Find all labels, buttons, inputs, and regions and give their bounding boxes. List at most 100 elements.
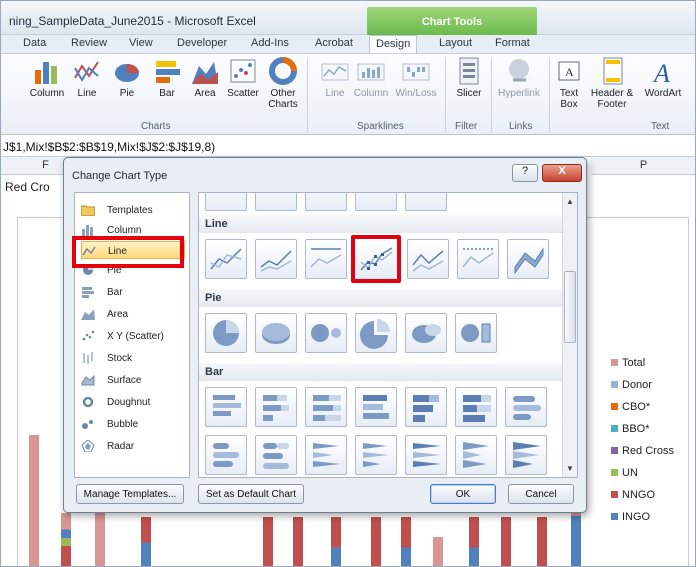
legend-label: INGO	[622, 511, 651, 523]
tab-developer[interactable]: Developer	[177, 37, 227, 49]
bar-subtype-thumb[interactable]	[205, 387, 247, 427]
column-header-p[interactable]: P	[591, 157, 695, 175]
gallery-scrollbar[interactable]: ▲ ▼	[562, 193, 577, 477]
tab-acrobat[interactable]: Acrobat	[315, 37, 353, 49]
scatter-chart-button[interactable]: Scatter	[223, 56, 263, 99]
column-header-p-label: P	[639, 159, 648, 171]
excel-window: ning_SampleData_June2015 - Microsoft Exc…	[0, 0, 696, 567]
tab-add-ins[interactable]: Add-Ins	[251, 37, 289, 49]
highlight-line-category	[72, 236, 184, 268]
category-area[interactable]: Area	[81, 305, 185, 323]
line-subtype-thumb[interactable]	[457, 239, 499, 279]
category-stock[interactable]: Stock	[81, 349, 185, 367]
percent-line-markers-icon	[462, 248, 494, 268]
manage-templates-button[interactable]: Manage Templates...	[76, 484, 184, 504]
pie-subtype-thumb[interactable]	[355, 313, 397, 353]
svg-text:A: A	[652, 59, 670, 86]
tab-design[interactable]: Design	[369, 35, 418, 54]
tab-data[interactable]: Data	[23, 37, 46, 49]
category-scatter[interactable]: X Y (Scatter)	[81, 327, 185, 345]
text-box-icon: A	[558, 61, 580, 81]
other-charts-button[interactable]: Other Charts	[263, 56, 303, 110]
line-subtype-thumb[interactable]	[407, 239, 449, 279]
text-box-button[interactable]: A Text Box	[553, 56, 585, 110]
bar-subtype-thumb[interactable]	[255, 387, 297, 427]
bar-subtype-thumb[interactable]	[405, 435, 447, 475]
bar-subtype-thumb[interactable]	[405, 387, 447, 427]
column-subtype-thumb[interactable]	[205, 193, 247, 211]
sparkline-line-icon	[321, 63, 349, 81]
truncated-button[interactable]: t	[1, 94, 9, 105]
pyramid-bar-icon	[463, 442, 489, 468]
sparkline-winloss-button[interactable]: Win/Loss	[393, 56, 439, 99]
legend-swatch	[611, 359, 618, 366]
line-subtype-thumb[interactable]	[507, 239, 549, 279]
pie-subtype-thumb[interactable]	[205, 313, 247, 353]
pie-subtype-thumb[interactable]	[255, 313, 297, 353]
category-label: Area	[107, 309, 129, 320]
bar-subtype-thumb[interactable]	[305, 387, 347, 427]
tab-review[interactable]: Review	[71, 37, 107, 49]
bar-subtype-thumb[interactable]	[305, 435, 347, 475]
scroll-down-icon[interactable]: ▼	[566, 464, 574, 473]
tab-layout[interactable]: Layout	[439, 37, 472, 49]
tab-format[interactable]: Format	[495, 37, 530, 49]
wordart-button[interactable]: A WordArt	[637, 56, 689, 99]
cell-red-cross[interactable]: Red Cro	[5, 180, 50, 194]
formula-bar[interactable]: J$1,Mix!$B$2:$B$19,Mix!$J$2:$J$19,8)	[1, 135, 695, 157]
bar-subtype-thumb[interactable]	[455, 387, 497, 427]
legend-swatch	[611, 491, 618, 498]
set-default-chart-button[interactable]: Set as Default Chart	[198, 484, 304, 504]
line-subtype-thumb[interactable]	[255, 239, 297, 279]
category-bubble[interactable]: Bubble	[81, 415, 185, 433]
close-button[interactable]: X	[542, 164, 582, 182]
bar-subtype-thumb[interactable]	[455, 435, 497, 475]
3d-exploded-pie-icon	[412, 324, 441, 343]
line-subtype-thumb[interactable]	[205, 239, 247, 279]
category-label: X Y (Scatter)	[107, 331, 164, 342]
pie-subtype-thumb[interactable]	[455, 313, 497, 353]
bar-chart-button[interactable]: Bar	[147, 56, 187, 99]
pie-subtype-thumb[interactable]	[405, 313, 447, 353]
bar-subtype-thumb[interactable]	[255, 435, 297, 475]
pie-chart-button[interactable]: Pie	[107, 56, 147, 99]
bar-subtype-thumb[interactable]	[205, 435, 247, 475]
bar-of-pie-icon	[461, 323, 491, 343]
scatter-chart-icon	[230, 59, 256, 83]
line-with-markers-thumb[interactable]	[351, 235, 401, 283]
scroll-thumb[interactable]	[564, 271, 576, 343]
sparkline-line-button[interactable]: Line	[315, 56, 355, 99]
area-chart-button[interactable]: Area	[185, 56, 225, 99]
tab-view[interactable]: View	[129, 37, 153, 49]
category-surface[interactable]: Surface	[81, 371, 185, 389]
help-button[interactable]: ?	[512, 164, 538, 182]
column-subtype-thumb[interactable]	[355, 193, 397, 211]
hyperlink-button[interactable]: Hyperlink	[495, 56, 543, 99]
bar-subtype-thumb[interactable]	[355, 387, 397, 427]
pie-subtype-thumb[interactable]	[305, 313, 347, 353]
category-doughnut[interactable]: Doughnut	[81, 393, 185, 411]
category-bar[interactable]: Bar	[81, 283, 185, 301]
bar-subtype-thumb[interactable]	[355, 435, 397, 475]
pie-label: Pie	[119, 88, 135, 99]
column-chart-button[interactable]: Column	[27, 56, 67, 99]
stacked-pyramid-bar-icon	[513, 442, 541, 468]
header-footer-button[interactable]: Header & Footer	[589, 56, 635, 110]
line-chart-button[interactable]: Line	[67, 56, 107, 99]
percent-line-icon	[310, 248, 342, 268]
bar-subtype-thumb[interactable]	[505, 435, 547, 475]
bar-subtype-thumb[interactable]	[505, 387, 547, 427]
cancel-button[interactable]: Cancel	[508, 484, 574, 504]
column-subtype-thumb[interactable]	[405, 193, 447, 211]
legend-item: INGO	[611, 511, 650, 523]
ok-button[interactable]: OK	[430, 484, 496, 504]
category-templates[interactable]: Templates	[81, 201, 185, 219]
line-subtype-thumb[interactable]	[305, 239, 347, 279]
category-radar[interactable]: Radar	[81, 437, 185, 455]
slicer-button[interactable]: Slicer	[449, 56, 489, 99]
scroll-up-icon[interactable]: ▲	[566, 197, 574, 206]
cylinder-bar-icon	[513, 396, 541, 420]
column-subtype-thumb[interactable]	[305, 193, 347, 211]
sparkline-column-button[interactable]: Column	[351, 56, 391, 99]
column-subtype-thumb[interactable]	[255, 193, 297, 211]
